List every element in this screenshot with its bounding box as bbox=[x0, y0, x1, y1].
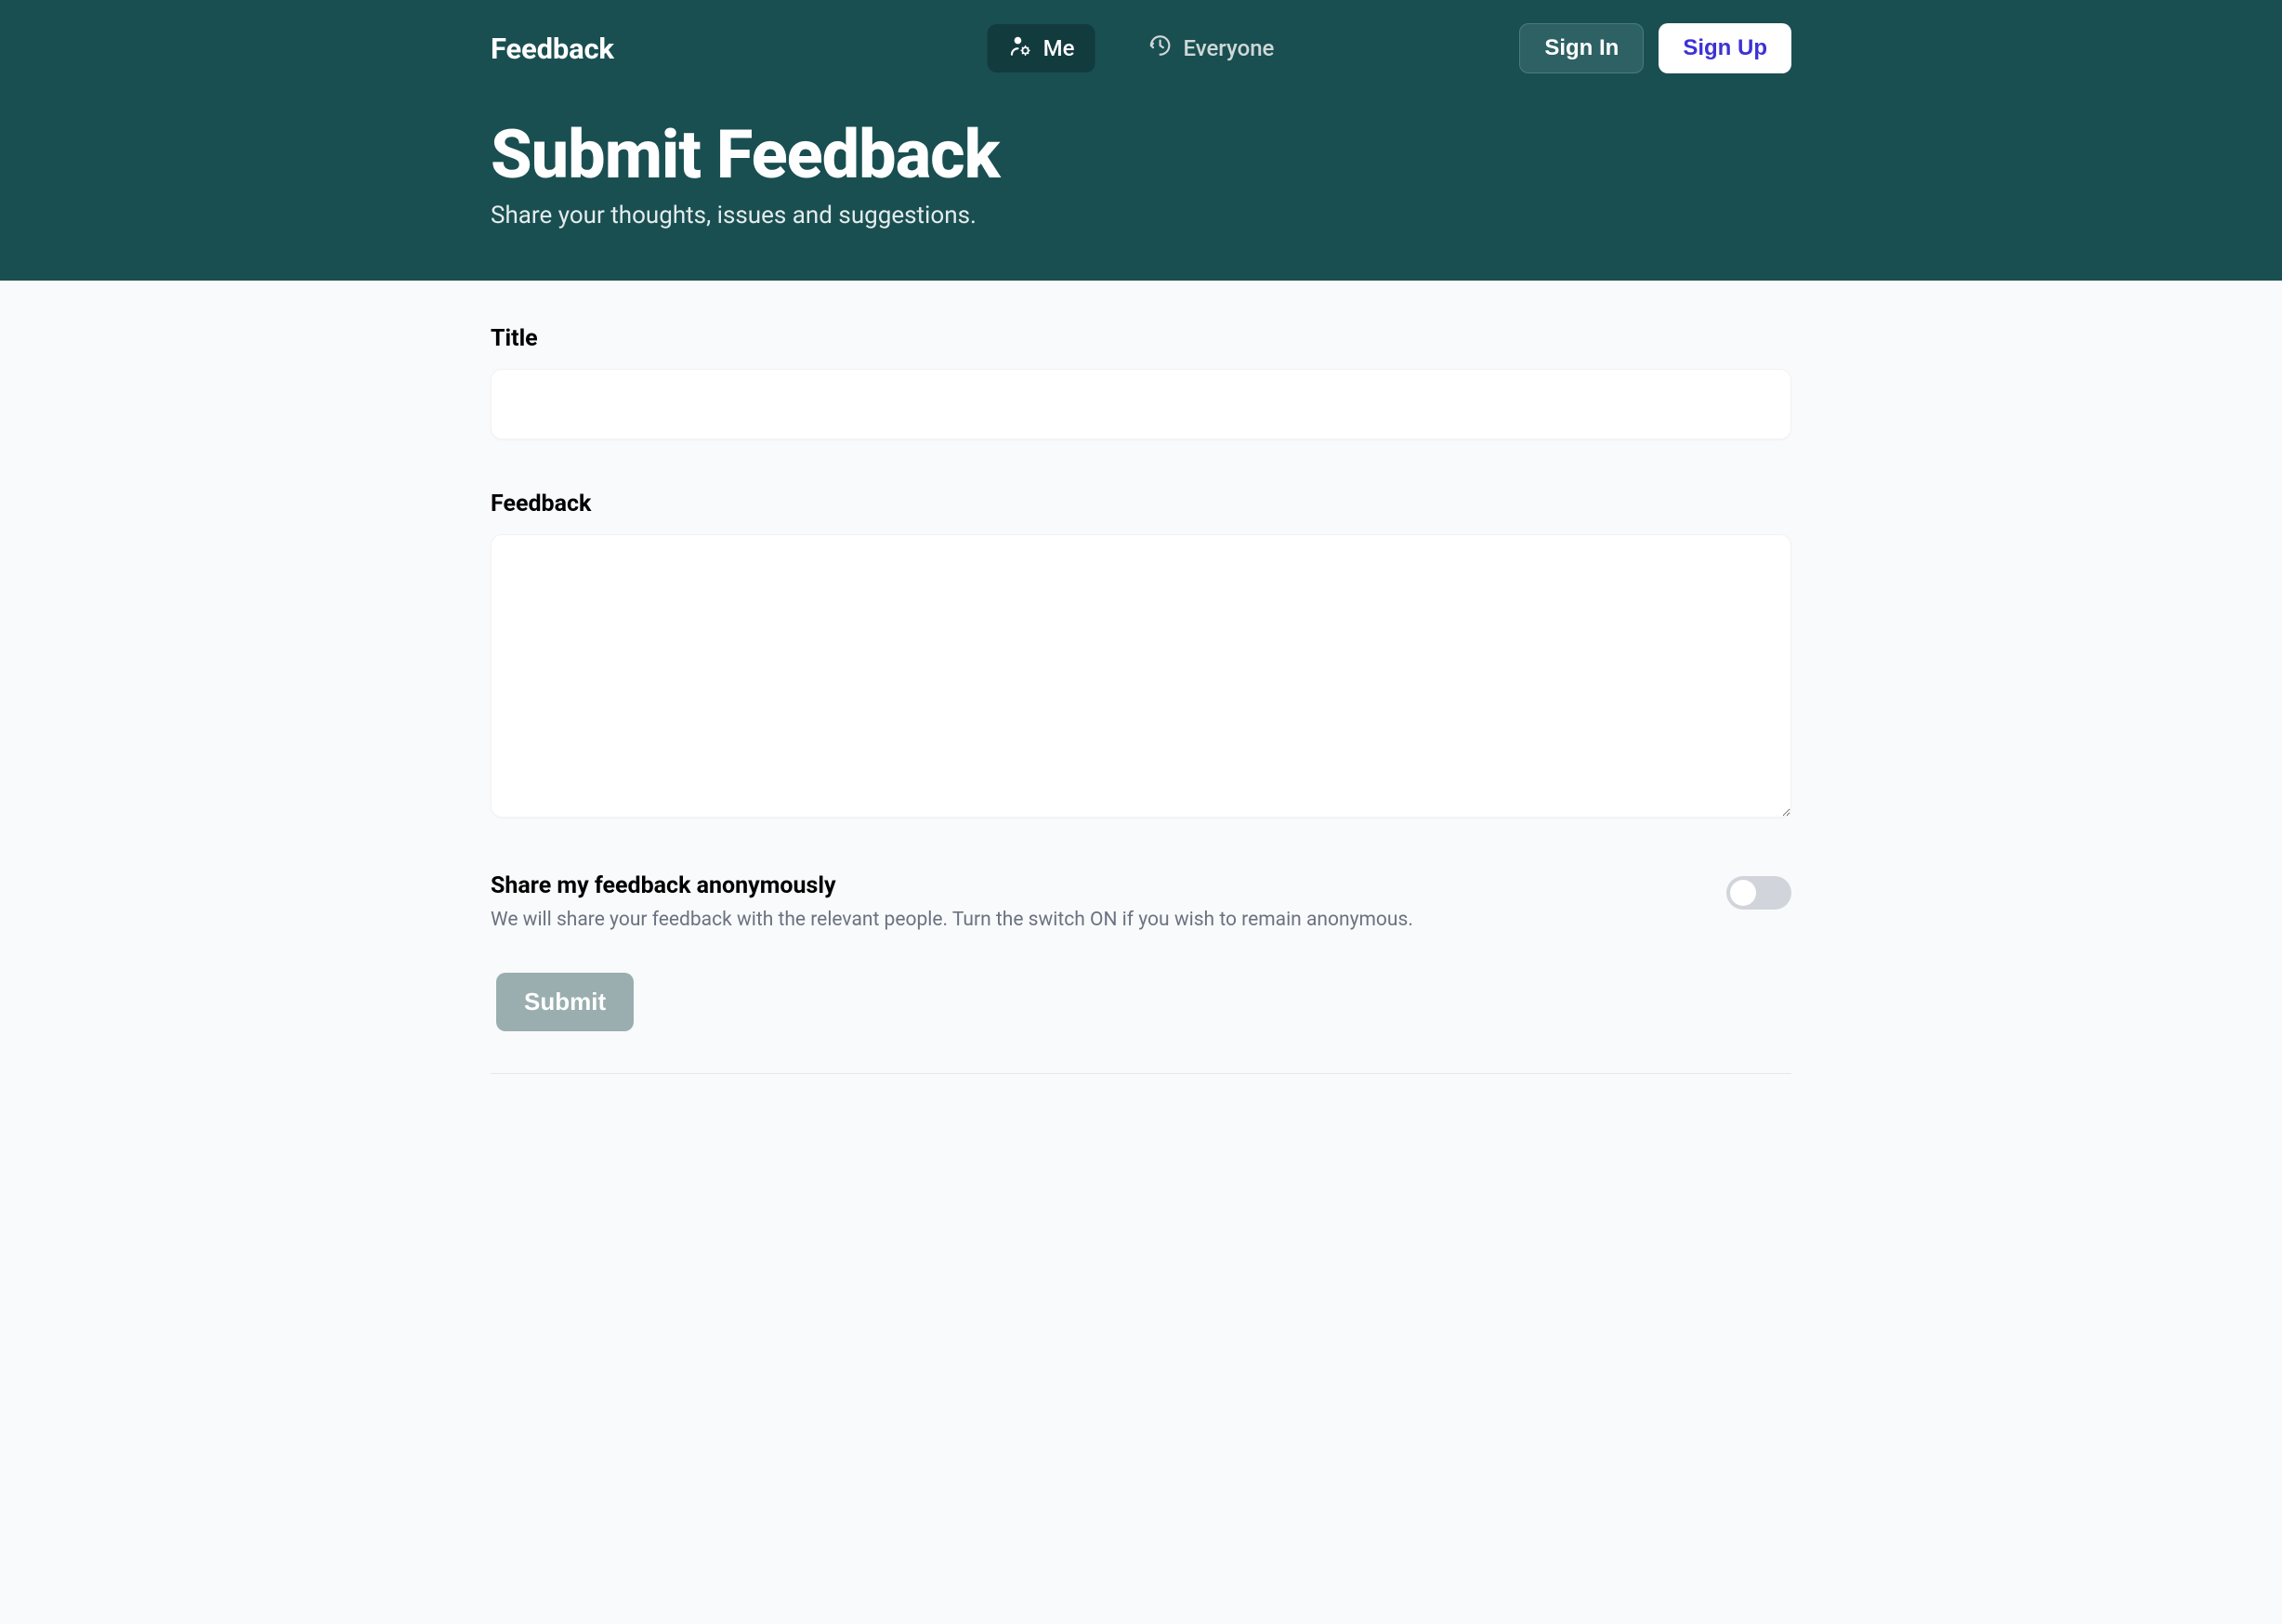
nav-tabs: Me Everyone bbox=[988, 24, 1295, 72]
tab-me-label: Me bbox=[1043, 35, 1075, 61]
tab-everyone[interactable]: Everyone bbox=[1127, 24, 1294, 72]
feedback-form: Title Feedback Share my feedback anonymo… bbox=[249, 281, 2033, 1074]
anonymous-label: Share my feedback anonymously bbox=[491, 872, 1413, 899]
page-subtitle: Share your thoughts, issues and suggesti… bbox=[491, 202, 1791, 229]
anonymous-row: Share my feedback anonymously We will sh… bbox=[491, 872, 1791, 931]
tab-me[interactable]: Me bbox=[988, 24, 1095, 72]
title-label: Title bbox=[491, 325, 1791, 352]
title-group: Title bbox=[491, 325, 1791, 439]
sign-in-button[interactable]: Sign In bbox=[1519, 23, 1644, 73]
anonymous-toggle[interactable] bbox=[1726, 876, 1791, 910]
feedback-textarea[interactable] bbox=[491, 534, 1791, 818]
sign-up-button[interactable]: Sign Up bbox=[1659, 23, 1791, 73]
anonymous-text: Share my feedback anonymously We will sh… bbox=[491, 872, 1413, 931]
feedback-group: Feedback bbox=[491, 491, 1791, 821]
divider bbox=[491, 1073, 1791, 1074]
title-input[interactable] bbox=[491, 369, 1791, 439]
feedback-label: Feedback bbox=[491, 491, 1791, 517]
auth-buttons: Sign In Sign Up bbox=[1519, 23, 1791, 73]
submit-button[interactable]: Submit bbox=[496, 973, 634, 1031]
anonymous-help: We will share your feedback with the rel… bbox=[491, 909, 1413, 931]
brand-logo[interactable]: Feedback bbox=[491, 32, 614, 66]
timer-icon bbox=[1148, 33, 1172, 63]
person-gear-icon bbox=[1008, 33, 1032, 63]
tab-everyone-label: Everyone bbox=[1183, 35, 1274, 61]
header-title-block: Submit Feedback Share your thoughts, iss… bbox=[491, 83, 1791, 281]
page-title: Submit Feedback bbox=[491, 120, 1791, 190]
top-nav: Feedback Me Everyone Sign In Sign U bbox=[491, 0, 1791, 83]
